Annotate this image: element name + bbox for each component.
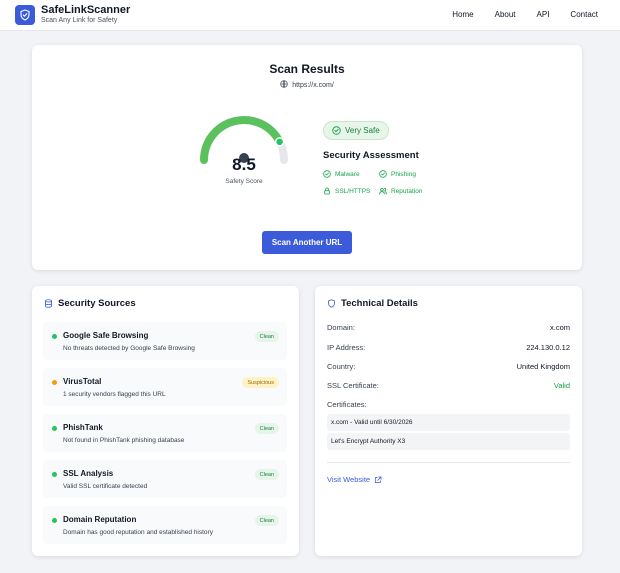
security-sources-card: Security Sources Google Safe Browsing No…: [32, 286, 299, 556]
gauge-knob: [274, 137, 285, 147]
source-name: VirusTotal: [63, 377, 102, 386]
status-badge: Clean: [254, 331, 279, 342]
sources-title: Security Sources: [58, 298, 136, 309]
source-desc: No threats detected by Google Safe Brows…: [63, 345, 195, 352]
domain-value: x.com: [549, 323, 570, 332]
certificate-item: x.com - Valid until 6/30/2026: [327, 414, 570, 431]
check-malware: Malware: [323, 170, 360, 178]
check-label: Phishing: [391, 170, 416, 178]
status-dot: [52, 426, 57, 431]
source-item-google: Google Safe Browsing No threats detected…: [43, 322, 287, 360]
scanned-url-text: https://x.com/: [292, 81, 334, 89]
source-name: PhishTank: [63, 423, 103, 432]
status-badge: Suspicious: [242, 377, 279, 388]
globe-icon: [280, 80, 288, 90]
source-item-phishtank: PhishTank Not found in PhishTank phishin…: [43, 414, 287, 452]
ip-label: IP Address:: [327, 343, 366, 352]
ssl-value: Valid: [553, 381, 570, 390]
brand-tagline: Scan Any Link for Safety: [41, 17, 118, 24]
source-name: SSL Analysis: [63, 469, 114, 478]
tech-heading: Technical Details: [327, 298, 418, 309]
nav-about[interactable]: About: [495, 10, 516, 19]
verdict-text: Very Safe: [345, 126, 380, 135]
main-nav: Home About API Contact: [431, 10, 598, 19]
nav-home[interactable]: Home: [452, 10, 473, 19]
verdict-badge: Very Safe: [323, 121, 389, 140]
assessment-title: Security Assessment: [323, 150, 419, 161]
check-label: Malware: [335, 170, 360, 178]
tech-title: Technical Details: [341, 298, 418, 309]
visit-website-text: Visit Website: [327, 475, 371, 484]
scanned-url: https://x.com/: [32, 80, 582, 90]
scan-another-url-button[interactable]: Scan Another URL: [262, 231, 352, 254]
check-circle-icon: [379, 170, 387, 178]
source-item-reputation: Domain Reputation Domain has good reputa…: [43, 506, 287, 544]
ssl-label: SSL Certificate:: [327, 381, 379, 390]
check-circle-icon: [332, 126, 341, 135]
visit-website-link[interactable]: Visit Website: [327, 475, 382, 484]
divider: [327, 462, 570, 463]
results-title: Scan Results: [269, 62, 345, 76]
country-value: United Kingdom: [516, 362, 570, 371]
source-desc: Valid SSL certificate detected: [63, 483, 148, 490]
safety-score-value: 8.5: [232, 155, 256, 174]
lock-icon: [324, 187, 330, 195]
check-circle-icon: [323, 170, 331, 178]
status-badge: Clean: [254, 515, 279, 526]
sources-heading: Security Sources: [44, 298, 136, 309]
source-item-ssl: SSL Analysis Valid SSL certificate detec…: [43, 460, 287, 498]
country-label: Country:: [327, 362, 356, 371]
nav-api[interactable]: API: [537, 10, 550, 19]
technical-details-card: Technical Details Domain: x.com IP Addre…: [315, 286, 582, 556]
check-ssl: SSL/HTTPS: [323, 187, 370, 195]
users-icon: [379, 187, 387, 195]
status-dot: [52, 472, 57, 477]
shield-logo-icon[interactable]: [15, 5, 35, 25]
check-label: SSL/HTTPS: [335, 187, 371, 195]
certificate-item: Let's Encrypt Authority X3: [327, 433, 570, 450]
external-link-icon: [375, 476, 382, 483]
check-phishing: Phishing: [379, 170, 416, 178]
status-dot: [52, 380, 57, 385]
status-dot: [52, 334, 57, 339]
source-name: Google Safe Browsing: [63, 331, 149, 340]
nav-contact[interactable]: Contact: [570, 10, 598, 19]
safety-score-label: Safety Score: [225, 178, 263, 185]
top-header: SafeLinkScanner Scan Any Link for Safety…: [0, 0, 620, 31]
check-label: Reputation: [391, 187, 423, 195]
database-icon: [45, 299, 52, 308]
source-desc: Domain has good reputation and establish…: [63, 529, 213, 536]
shield-icon: [328, 299, 335, 308]
status-dot: [52, 518, 57, 523]
brand-title[interactable]: SafeLinkScanner: [41, 4, 130, 16]
source-desc: Not found in PhishTank phishing database: [63, 437, 185, 444]
domain-label: Domain:: [327, 323, 355, 332]
source-item-virustotal: VirusTotal 1 security vendors flagged th…: [43, 368, 287, 406]
ip-value: 224.130.0.12: [526, 343, 570, 352]
source-desc: 1 security vendors flagged this URL: [63, 391, 166, 398]
certificates-label: Certificates:: [327, 400, 367, 409]
status-badge: Clean: [254, 469, 279, 480]
source-name: Domain Reputation: [63, 515, 137, 524]
scan-results-card: Scan Results https://x.com/ 8.5 Safety S…: [32, 45, 582, 270]
status-badge: Clean: [254, 423, 279, 434]
check-reputation: Reputation: [379, 187, 422, 195]
